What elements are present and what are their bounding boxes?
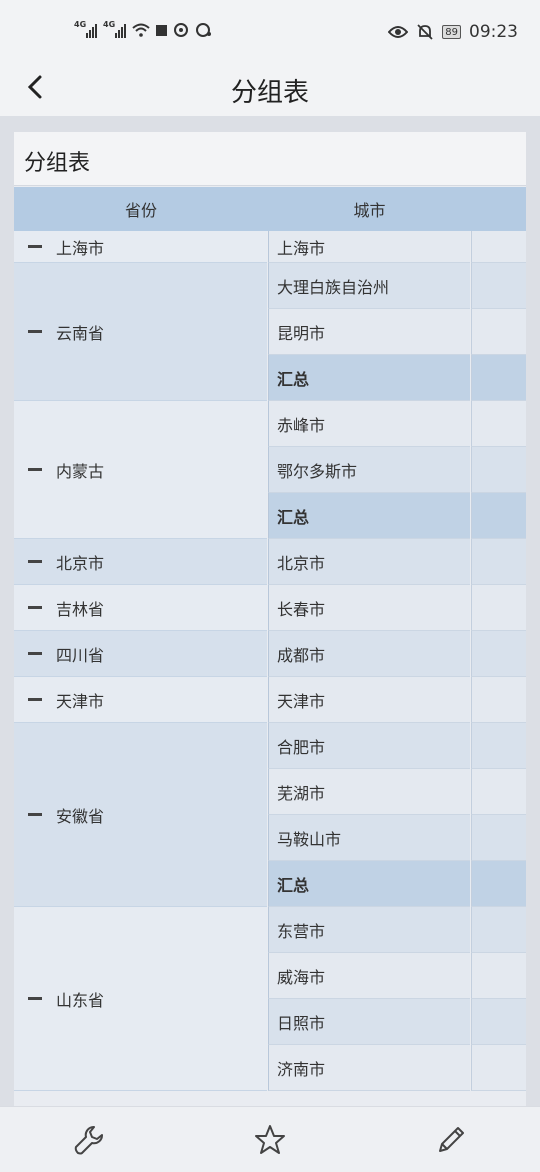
network-type-label: 4G xyxy=(74,20,87,29)
star-icon[interactable] xyxy=(253,1123,287,1157)
city-cell[interactable]: 成都市 xyxy=(268,631,470,677)
eye-icon xyxy=(388,26,409,38)
collapse-icon[interactable] xyxy=(28,468,42,471)
province-cell[interactable]: 四川省 xyxy=(14,631,267,677)
province-label: 上海市 xyxy=(56,238,105,258)
subtotal-cell[interactable]: 汇总 xyxy=(268,355,470,401)
network-type-label: 4G xyxy=(103,20,116,29)
province-label: 云南省 xyxy=(56,323,105,343)
province-label: 安徽省 xyxy=(56,806,105,826)
city-cell[interactable]: 赤峰市 xyxy=(268,401,470,447)
value-cell xyxy=(471,263,526,309)
collapse-icon[interactable] xyxy=(28,330,42,333)
city-cell[interactable]: 威海市 xyxy=(268,953,470,999)
column-header-city[interactable]: 城市 xyxy=(268,187,471,231)
value-cell xyxy=(471,401,526,447)
city-cell[interactable]: 合肥市 xyxy=(268,723,470,769)
province-label: 四川省 xyxy=(56,645,105,665)
value-cell xyxy=(471,309,526,355)
value-cell xyxy=(471,769,526,815)
signal-icon: 4G xyxy=(74,20,97,38)
value-cell xyxy=(471,231,526,263)
value-cell xyxy=(471,1045,526,1091)
city-cell[interactable]: 昆明市 xyxy=(268,309,470,355)
city-cell[interactable]: 鄂尔多斯市 xyxy=(268,447,470,493)
value-cell xyxy=(471,999,526,1045)
city-cell[interactable]: 东营市 xyxy=(268,907,470,953)
city-cell[interactable]: 天津市 xyxy=(268,677,470,723)
collapse-icon[interactable] xyxy=(28,560,42,563)
value-cell xyxy=(471,861,526,907)
province-label: 内蒙古 xyxy=(56,461,105,481)
square-icon xyxy=(156,24,167,36)
value-cell xyxy=(471,585,526,631)
value-cell xyxy=(471,355,526,401)
bottom-toolbar xyxy=(0,1106,540,1172)
value-cell xyxy=(471,447,526,493)
page-title: 分组表 xyxy=(230,78,309,108)
province-cell[interactable]: 云南省 xyxy=(14,263,267,401)
table-header: 省份 城市 xyxy=(14,187,526,231)
card-title: 分组表 xyxy=(14,132,526,186)
report-card: 分组表 省份 城市 上海市 上海市 云南省 大理白族自治州 昆明市 汇总 内蒙古 赤峰市 鄂尔多… xyxy=(14,132,526,1106)
collapse-icon[interactable] xyxy=(28,997,42,1000)
collapse-icon[interactable] xyxy=(28,245,42,248)
wrench-icon[interactable] xyxy=(72,1123,106,1157)
collapse-icon[interactable] xyxy=(28,813,42,816)
wifi-icon xyxy=(132,23,150,37)
value-cell xyxy=(471,723,526,769)
province-cell[interactable]: 上海市 xyxy=(14,231,267,263)
city-cell[interactable]: 大理白族自治州 xyxy=(268,263,470,309)
table-body: 上海市 上海市 云南省 大理白族自治州 昆明市 汇总 内蒙古 赤峰市 鄂尔多斯市 汇总 北京市 北京市… xyxy=(14,231,526,1106)
province-label: 吉林省 xyxy=(56,599,105,619)
value-cell xyxy=(471,493,526,539)
battery-icon: 89 xyxy=(442,25,461,39)
value-cell xyxy=(471,631,526,677)
column-header-province[interactable]: 省份 xyxy=(14,187,268,231)
city-cell[interactable]: 马鞍山市 xyxy=(268,815,470,861)
city-cell[interactable]: 上海市 xyxy=(268,231,470,263)
value-cell xyxy=(471,539,526,585)
collapse-icon[interactable] xyxy=(28,698,42,701)
province-label: 天津市 xyxy=(56,691,105,711)
pencil-icon[interactable] xyxy=(434,1123,468,1157)
city-cell[interactable]: 日照市 xyxy=(268,999,470,1045)
content-area: 分组表 省份 城市 上海市 上海市 云南省 大理白族自治州 昆明市 汇总 内蒙古 赤峰市 鄂尔多… xyxy=(0,116,540,1106)
app-icon xyxy=(174,23,188,37)
province-cell[interactable]: 北京市 xyxy=(14,539,267,585)
value-cell xyxy=(471,815,526,861)
clock: 09:23 xyxy=(469,22,518,42)
subtotal-cell[interactable]: 汇总 xyxy=(268,493,470,539)
province-cell[interactable]: 吉林省 xyxy=(14,585,267,631)
city-cell[interactable]: 长春市 xyxy=(268,585,470,631)
bell-off-icon xyxy=(417,24,433,40)
status-right-icons: 89 09:23 xyxy=(388,22,518,42)
city-cell[interactable]: 北京市 xyxy=(268,539,470,585)
status-bar: 4G 4G 89 09:23 xyxy=(0,0,540,62)
status-left-icons: 4G 4G xyxy=(74,20,213,38)
signal-icon: 4G xyxy=(103,20,126,38)
chat-icon xyxy=(196,23,211,37)
province-cell[interactable]: 天津市 xyxy=(14,677,267,723)
city-cell[interactable]: 济南市 xyxy=(268,1045,470,1091)
province-cell[interactable]: 安徽省 xyxy=(14,723,267,907)
value-cell xyxy=(471,953,526,999)
province-cell[interactable]: 内蒙古 xyxy=(14,401,267,539)
nav-bar: 分组表 xyxy=(0,62,540,116)
collapse-icon[interactable] xyxy=(28,606,42,609)
city-cell[interactable]: 芜湖市 xyxy=(268,769,470,815)
province-label: 北京市 xyxy=(56,553,105,573)
province-cell[interactable]: 山东省 xyxy=(14,907,267,1091)
value-cell xyxy=(471,907,526,953)
value-cell xyxy=(471,677,526,723)
column-header-extra xyxy=(471,187,526,231)
province-label: 山东省 xyxy=(56,990,105,1010)
collapse-icon[interactable] xyxy=(28,652,42,655)
subtotal-cell[interactable]: 汇总 xyxy=(268,861,470,907)
